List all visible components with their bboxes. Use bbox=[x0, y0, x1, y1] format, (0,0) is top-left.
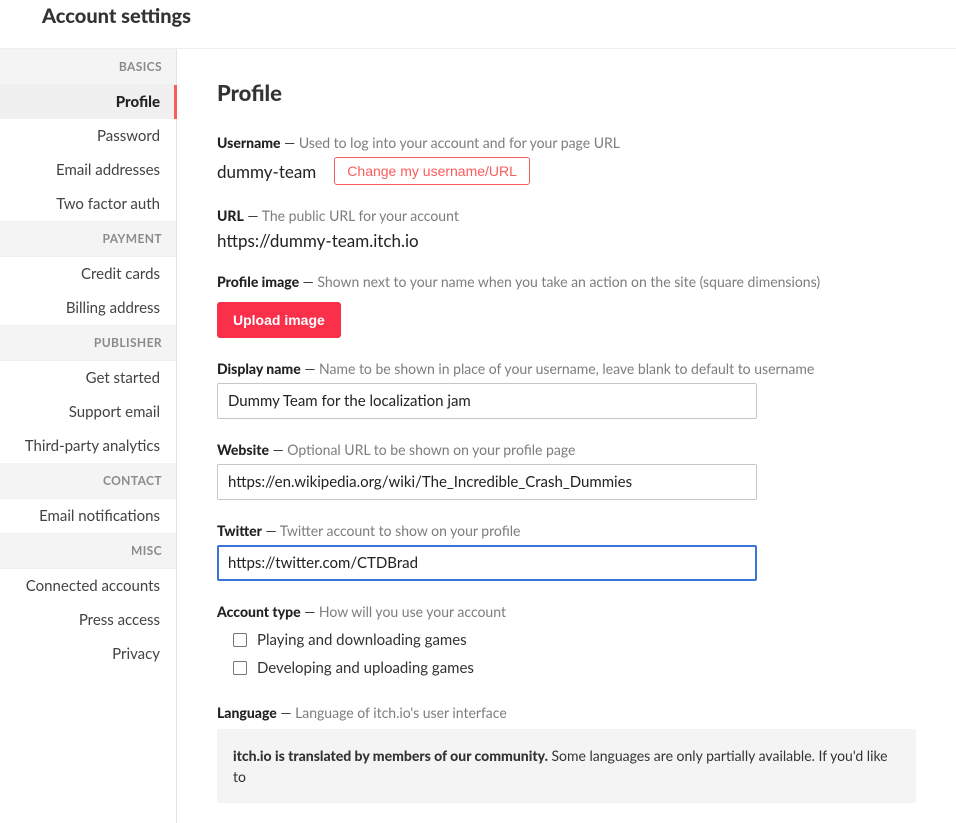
change-username-button[interactable]: Change my username/URL bbox=[334, 157, 530, 185]
field-website: Website — Optional URL to be shown on yo… bbox=[217, 441, 916, 500]
field-display-name: Display name — Name to be shown in place… bbox=[217, 360, 916, 419]
field-label-display-name: Display name — Name to be shown in place… bbox=[217, 360, 916, 377]
field-label-account-type: Account type — How will you use your acc… bbox=[217, 603, 916, 620]
checkbox-label: Playing and downloading games bbox=[257, 631, 467, 649]
section-header-misc: MISC bbox=[0, 533, 176, 569]
section-header-publisher: PUBLISHER bbox=[0, 325, 176, 361]
twitter-input[interactable] bbox=[217, 545, 757, 581]
username-value: dummy-team bbox=[217, 161, 316, 182]
page-title: Account settings bbox=[42, 4, 956, 28]
checkbox-icon bbox=[233, 633, 247, 647]
field-username: Username — Used to log into your account… bbox=[217, 134, 916, 185]
field-url: URL — The public URL for your account ht… bbox=[217, 207, 916, 251]
sidebar-item-credit-cards[interactable]: Credit cards bbox=[0, 257, 177, 291]
main-title: Profile bbox=[217, 79, 916, 106]
section-header-payment: PAYMENT bbox=[0, 221, 176, 257]
account-type-option-developing[interactable]: Developing and uploading games bbox=[217, 654, 916, 682]
field-profile-image: Profile image — Shown next to your name … bbox=[217, 273, 916, 338]
checkbox-icon bbox=[233, 661, 247, 675]
page-header: Account settings bbox=[0, 0, 956, 49]
url-value: https://dummy-team.itch.io bbox=[217, 230, 916, 251]
field-account-type: Account type — How will you use your acc… bbox=[217, 603, 916, 682]
field-label-username: Username — Used to log into your account… bbox=[217, 134, 916, 151]
field-label-twitter: Twitter — Twitter account to show on you… bbox=[217, 522, 916, 539]
field-label-profile-image: Profile image — Shown next to your name … bbox=[217, 273, 916, 290]
account-type-option-playing[interactable]: Playing and downloading games bbox=[217, 626, 916, 654]
sidebar-item-email-addresses[interactable]: Email addresses bbox=[0, 153, 177, 187]
checkbox-label: Developing and uploading games bbox=[257, 659, 474, 677]
sidebar-item-billing-address[interactable]: Billing address bbox=[0, 291, 177, 325]
sidebar-item-connected-accounts[interactable]: Connected accounts bbox=[0, 569, 177, 603]
sidebar-item-press-access[interactable]: Press access bbox=[0, 603, 177, 637]
sidebar-item-two-factor-auth[interactable]: Two factor auth bbox=[0, 187, 177, 221]
content-wrap: BASICS Profile Password Email addresses … bbox=[0, 49, 956, 823]
field-label-language: Language — Language of itch.io's user in… bbox=[217, 704, 916, 721]
upload-image-button[interactable]: Upload image bbox=[217, 302, 341, 338]
sidebar-item-profile[interactable]: Profile bbox=[0, 85, 177, 119]
main-panel: Profile Username — Used to log into your… bbox=[177, 49, 956, 823]
field-language: Language — Language of itch.io's user in… bbox=[217, 704, 916, 803]
sidebar-item-get-started[interactable]: Get started bbox=[0, 361, 177, 395]
section-header-contact: CONTACT bbox=[0, 463, 176, 499]
sidebar-item-privacy[interactable]: Privacy bbox=[0, 637, 177, 671]
field-twitter: Twitter — Twitter account to show on you… bbox=[217, 522, 916, 581]
sidebar: BASICS Profile Password Email addresses … bbox=[0, 49, 177, 823]
field-label-website: Website — Optional URL to be shown on yo… bbox=[217, 441, 916, 458]
language-note: itch.io is translated by members of our … bbox=[217, 729, 916, 803]
section-header-basics: BASICS bbox=[0, 49, 176, 85]
sidebar-item-support-email[interactable]: Support email bbox=[0, 395, 177, 429]
field-label-url: URL — The public URL for your account bbox=[217, 207, 916, 224]
sidebar-item-email-notifications[interactable]: Email notifications bbox=[0, 499, 177, 533]
sidebar-item-password[interactable]: Password bbox=[0, 119, 177, 153]
website-input[interactable] bbox=[217, 464, 757, 500]
sidebar-item-third-party-analytics[interactable]: Third-party analytics bbox=[0, 429, 177, 463]
display-name-input[interactable] bbox=[217, 383, 757, 419]
